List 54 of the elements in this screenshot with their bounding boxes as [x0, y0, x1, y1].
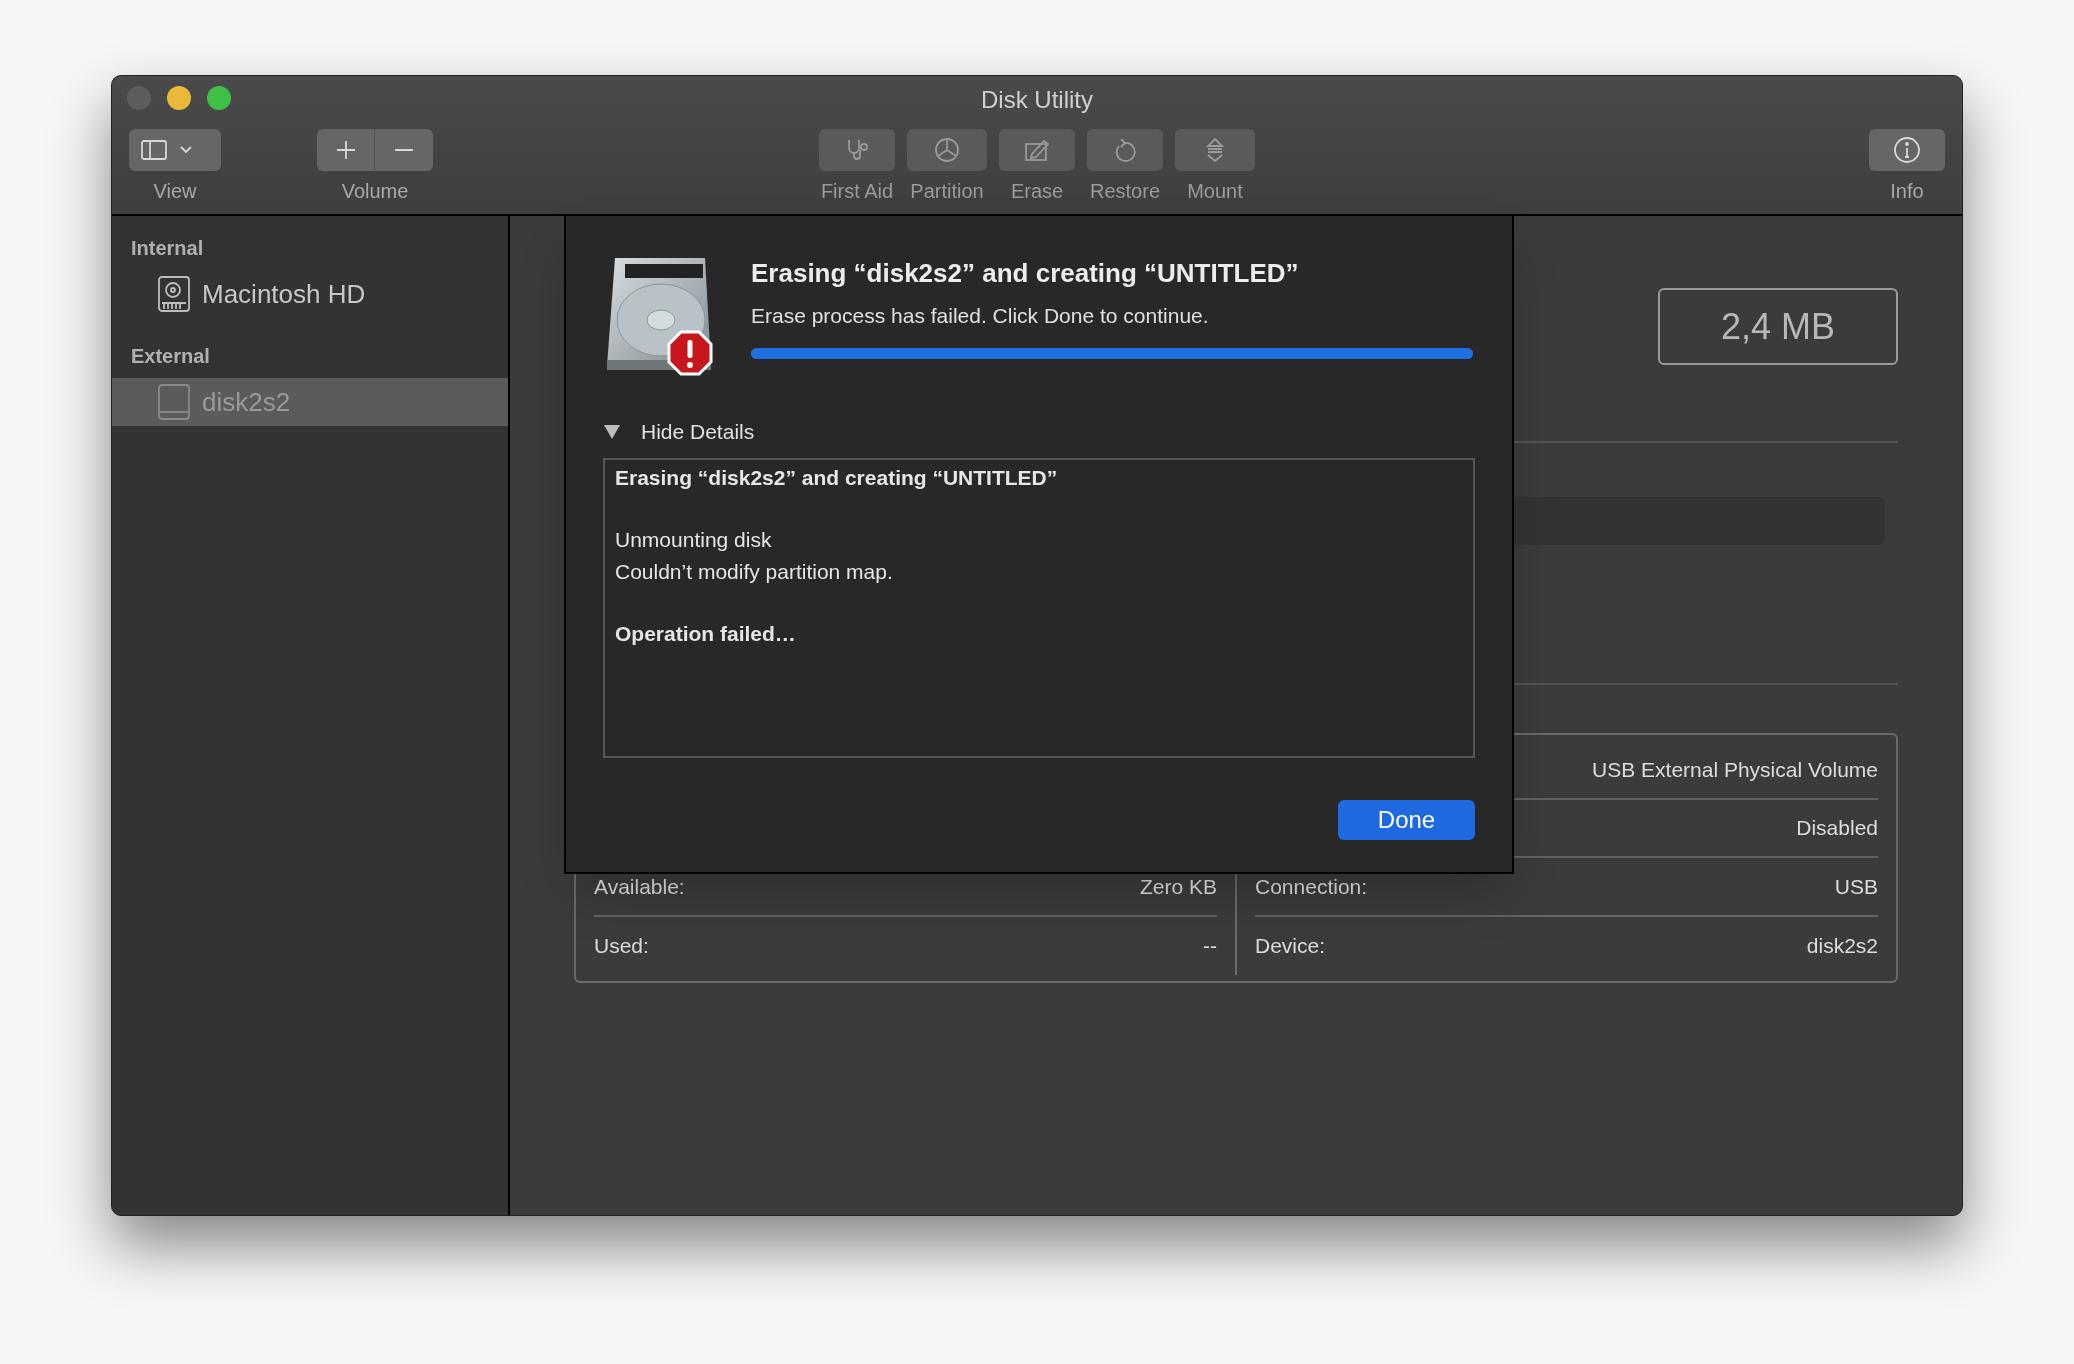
zoom-button[interactable] [207, 86, 231, 110]
log-line: Erasing “disk2s2” and creating “UNTITLED” [615, 464, 1059, 491]
toolbar-button[interactable] [1175, 129, 1255, 171]
details-toggle[interactable]: Hide Details [603, 416, 755, 448]
dialog-message: Erase process has failed. Click Done to continue. [751, 303, 1210, 329]
toolbar-label: View [153, 179, 197, 203]
info-label: Used: [594, 933, 649, 960]
info-value: USB External Physical Volume [1592, 756, 1878, 783]
info-value: USB [1834, 873, 1878, 900]
plus-icon [334, 139, 357, 161]
drive-name: Macintosh HD [202, 277, 366, 311]
mount-icon [1205, 137, 1225, 163]
info-value: Disabled [1796, 815, 1878, 842]
toolbar-button[interactable] [907, 129, 987, 171]
undo-arrow-icon [1113, 137, 1137, 163]
toolbar-button[interactable] [819, 129, 895, 171]
info-value: disk2s2 [1806, 933, 1878, 960]
info-label: Connection: [1255, 873, 1368, 900]
log-line: Couldn’t modify partition map. [615, 558, 894, 585]
capacity-display: 2,4 MB [1658, 288, 1898, 365]
sidebar-icon [141, 140, 167, 160]
info-label: Available: [594, 873, 685, 900]
minimize-button[interactable] [167, 86, 191, 110]
toolbar-label: Mount [1187, 179, 1243, 203]
info-icon [1893, 136, 1921, 164]
drive-name: disk2s2 [202, 385, 291, 419]
pencil-icon [1024, 138, 1050, 162]
info-value: Zero KB [1139, 873, 1217, 900]
toolbar-label: Info [1890, 179, 1924, 203]
internal-drive-icon [158, 276, 190, 312]
dialog-title: Erasing “disk2s2” and creating “UNTITLED” [751, 257, 1300, 290]
chevron-down-icon [179, 145, 193, 155]
done-button[interactable]: Done [1338, 799, 1475, 840]
log-line: Unmounting disk [615, 526, 773, 553]
toolbar-label: Restore [1090, 179, 1160, 203]
external-drive-icon [158, 384, 190, 420]
toolbar-label: Volume [341, 179, 409, 203]
minus-icon [393, 148, 415, 152]
view-button[interactable] [129, 129, 221, 171]
toolbar-label: First Aid [820, 179, 894, 203]
window-title: Disk Utility [981, 85, 1093, 115]
info-label: Device: [1255, 933, 1326, 960]
sidebar-heading: External [130, 344, 211, 369]
toolbar-button[interactable] [1087, 129, 1163, 171]
info-button[interactable] [1869, 129, 1945, 171]
triangle-down-icon [603, 423, 621, 440]
sidebar-item[interactable]: Macintosh HD [112, 270, 508, 318]
pie-chart-icon [934, 137, 960, 163]
toolbar-label: Partition [910, 179, 984, 203]
toolbar-label: Erase [1010, 179, 1064, 203]
toolbar-button[interactable] [999, 129, 1075, 171]
info-value: -- [1203, 933, 1217, 960]
sidebar-heading: Internal [130, 236, 205, 261]
log-line: Operation failed… [615, 620, 797, 647]
